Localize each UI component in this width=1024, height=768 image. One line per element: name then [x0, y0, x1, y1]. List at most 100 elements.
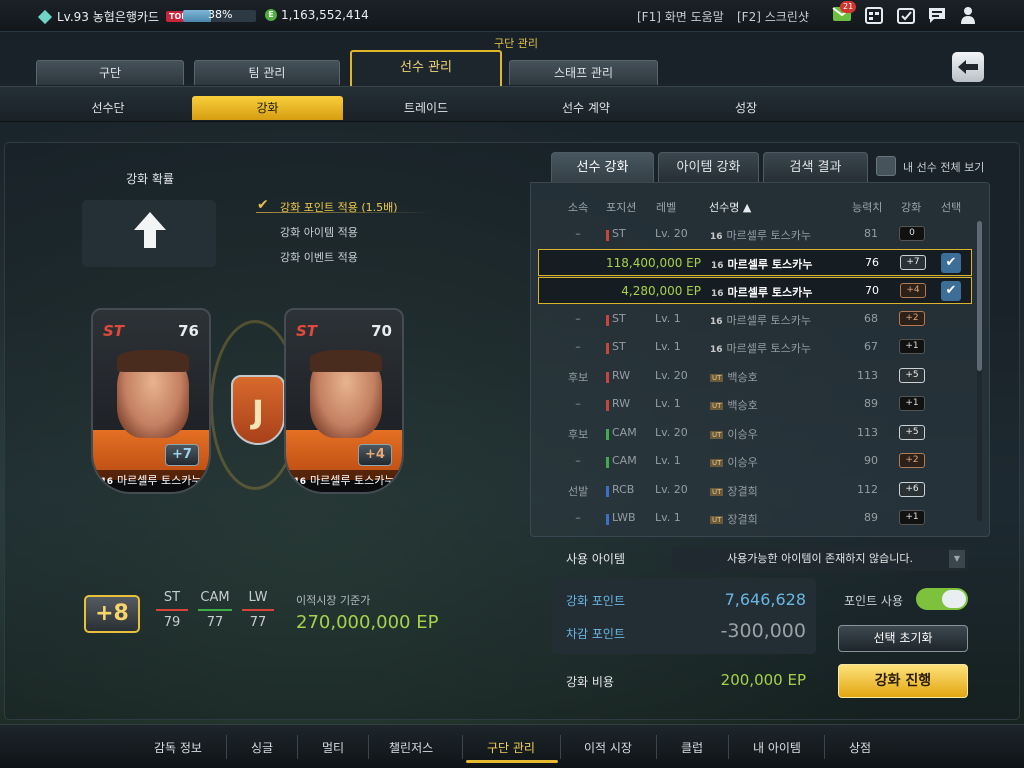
- show-all-checkbox[interactable]: [876, 156, 896, 176]
- row-grade-badge: +7: [900, 255, 926, 270]
- subtab-contract[interactable]: 선수 계약: [534, 96, 638, 120]
- tab-staff-management[interactable]: 스태프 관리: [509, 60, 658, 85]
- tab-item-enhance[interactable]: 아이템 강화: [658, 152, 759, 182]
- col-level[interactable]: 레벨: [656, 199, 676, 215]
- card-player-name: 마르셀루 토스카누: [310, 474, 395, 487]
- season-badge: UT: [710, 374, 724, 382]
- table-row[interactable]: – ST Lv. 1 16 마르셀루 토스카누 68 +2: [538, 306, 972, 333]
- table-row[interactable]: – ST Lv. 1 16 마르셀루 토스카누 67 +1: [538, 334, 972, 361]
- table-row[interactable]: 후보 RW Lv. 20 UT 백승호 113 +5: [538, 363, 972, 390]
- row-position: RCB: [612, 483, 635, 496]
- use-points-toggle[interactable]: [916, 588, 968, 610]
- nav-club-management[interactable]: 구단 관리: [487, 739, 535, 756]
- nav-transfer-market[interactable]: 이적 시장: [584, 739, 632, 756]
- position-color-bar: [606, 400, 609, 411]
- nav-shop[interactable]: 상점: [849, 739, 871, 756]
- tab-player-management[interactable]: 선수 관리: [350, 50, 502, 86]
- subtab-squad[interactable]: 선수단: [56, 96, 160, 120]
- col-name[interactable]: 선수명 ▲: [709, 199, 751, 215]
- option-enhance-event[interactable]: 강화 이벤트 적용: [280, 249, 358, 265]
- row-grade-badge: +2: [899, 453, 925, 468]
- option-enhance-point[interactable]: 강화 포인트 적용 (1.5배): [280, 199, 398, 215]
- nav-club[interactable]: 클럽: [681, 739, 703, 756]
- user-icon[interactable]: [958, 6, 978, 26]
- user-level: Lv.93 농협은행카드 TOP: [37, 8, 191, 25]
- row-grade-badge: +4: [900, 283, 926, 298]
- row-ability: 89: [864, 397, 878, 410]
- table-row[interactable]: – CAM Lv. 1 UT 이승우 90 +2: [538, 448, 972, 475]
- row-name: 마르셀루 토스카누: [726, 314, 811, 327]
- row-affiliation: –: [575, 397, 581, 410]
- row-ability: 76: [865, 256, 879, 269]
- table-row[interactable]: 선발 RCB Lv. 20 UT 장결희 112 +6: [538, 477, 972, 504]
- reset-selection-button[interactable]: 선택 초기화: [838, 625, 968, 652]
- subtab-trade[interactable]: 트레이드: [374, 96, 478, 120]
- nav-my-items[interactable]: 내 아이템: [753, 739, 801, 756]
- nav-challengers[interactable]: 챌린저스: [389, 739, 433, 756]
- row-ability: 68: [864, 312, 878, 325]
- col-affiliation[interactable]: 소속: [568, 199, 588, 215]
- row-name: 백승호: [727, 399, 758, 412]
- enhance-points-label: 강화 포인트: [566, 594, 626, 608]
- player-card-main[interactable]: ST 76 +7 16 마르셀루 토스카누: [91, 308, 211, 494]
- table-row[interactable]: 후보 CAM Lv. 20 UT 이승우 113 +5: [538, 420, 972, 447]
- tab-search-result[interactable]: 검색 결과: [763, 152, 868, 182]
- nav-single[interactable]: 싱글: [251, 739, 273, 756]
- chat-icon[interactable]: [927, 6, 947, 26]
- season-badge: 16: [710, 345, 723, 355]
- deduct-points-label: 차감 포인트: [566, 627, 626, 641]
- table-row[interactable]: 4,280,000 EP 16 마르셀루 토스카누 70 +4 ✔: [538, 277, 972, 304]
- season-badge: UT: [710, 431, 724, 439]
- tab-player-enhance[interactable]: 선수 강화: [551, 152, 654, 182]
- row-name-cell: 16 마르셀루 토스카누: [710, 340, 811, 356]
- row-grade-badge: +1: [899, 510, 925, 525]
- subtab-growth[interactable]: 성장: [694, 96, 798, 120]
- screenshot-key[interactable]: [F2] 스크린샷: [737, 8, 809, 25]
- nav-manager-info[interactable]: 감독 정보: [154, 739, 202, 756]
- col-position[interactable]: 포지션: [606, 199, 636, 215]
- subtab-enhance[interactable]: 강화: [192, 96, 343, 120]
- player-card-material[interactable]: ST 70 +4 16 마르셀루 토스카누: [284, 308, 404, 494]
- calendar-icon[interactable]: [864, 6, 884, 26]
- row-name-cell: UT 장결희: [710, 511, 758, 527]
- tab-team-management[interactable]: 팀 관리: [194, 60, 340, 85]
- nav-divider: [824, 735, 825, 759]
- row-position: RW: [612, 397, 631, 410]
- show-all-label: 내 선수 전체 보기: [903, 161, 985, 174]
- card-ovr: 70: [371, 322, 392, 340]
- col-ability[interactable]: 능력치: [852, 199, 882, 215]
- row-affiliation: –: [575, 227, 581, 240]
- col-grade[interactable]: 강화: [901, 199, 921, 215]
- row-grade-badge: 0: [899, 226, 925, 241]
- row-position: CAM: [612, 426, 637, 439]
- tab-club[interactable]: 구단: [36, 60, 184, 85]
- back-button[interactable]: [952, 52, 984, 82]
- row-position: RW: [612, 369, 631, 382]
- result-stat-lw: LW 77: [240, 590, 276, 630]
- list-scroll-thumb[interactable]: [977, 221, 982, 371]
- table-row[interactable]: – LWB Lv. 1 UT 장결희 89 +1: [538, 505, 972, 532]
- option-enhance-item[interactable]: 강화 아이템 적용: [280, 224, 358, 240]
- enhance-button[interactable]: 강화 진행: [838, 664, 968, 698]
- table-row[interactable]: – ST Lv. 20 16 마르셀루 토스카누 81 0: [538, 221, 972, 248]
- ep-amount: 1,163,552,414: [281, 8, 369, 22]
- help-key[interactable]: [F1] 화면 도움말: [637, 8, 724, 25]
- row-name: 장결희: [727, 513, 758, 526]
- row-name: 마르셀루 토스카누: [727, 258, 813, 271]
- stat-position: LW: [248, 590, 268, 605]
- level-text: Lv.93 농협은행카드: [57, 10, 159, 24]
- select-check-icon[interactable]: ✔: [941, 281, 961, 301]
- select-check-icon[interactable]: ✔: [941, 253, 961, 273]
- table-row[interactable]: – RW Lv. 1 UT 백승호 89 +1: [538, 391, 972, 418]
- ep-icon: E: [265, 9, 277, 21]
- dropdown-arrow-icon[interactable]: ▼: [949, 550, 965, 568]
- row-ability: 81: [864, 227, 878, 240]
- item-select[interactable]: 사용가능한 아이템이 존재하지 않습니다. ▼: [672, 547, 968, 571]
- card-ovr: 76: [178, 322, 199, 340]
- nav-multi[interactable]: 멀티: [322, 739, 344, 756]
- col-select[interactable]: 선택: [941, 199, 961, 215]
- checklist-icon[interactable]: [896, 6, 916, 26]
- use-points-label: 포인트 사용: [844, 594, 904, 608]
- row-affiliation: 후보: [568, 371, 589, 384]
- table-row[interactable]: 118,400,000 EP 16 마르셀루 토스카누 76 +7 ✔: [538, 249, 972, 276]
